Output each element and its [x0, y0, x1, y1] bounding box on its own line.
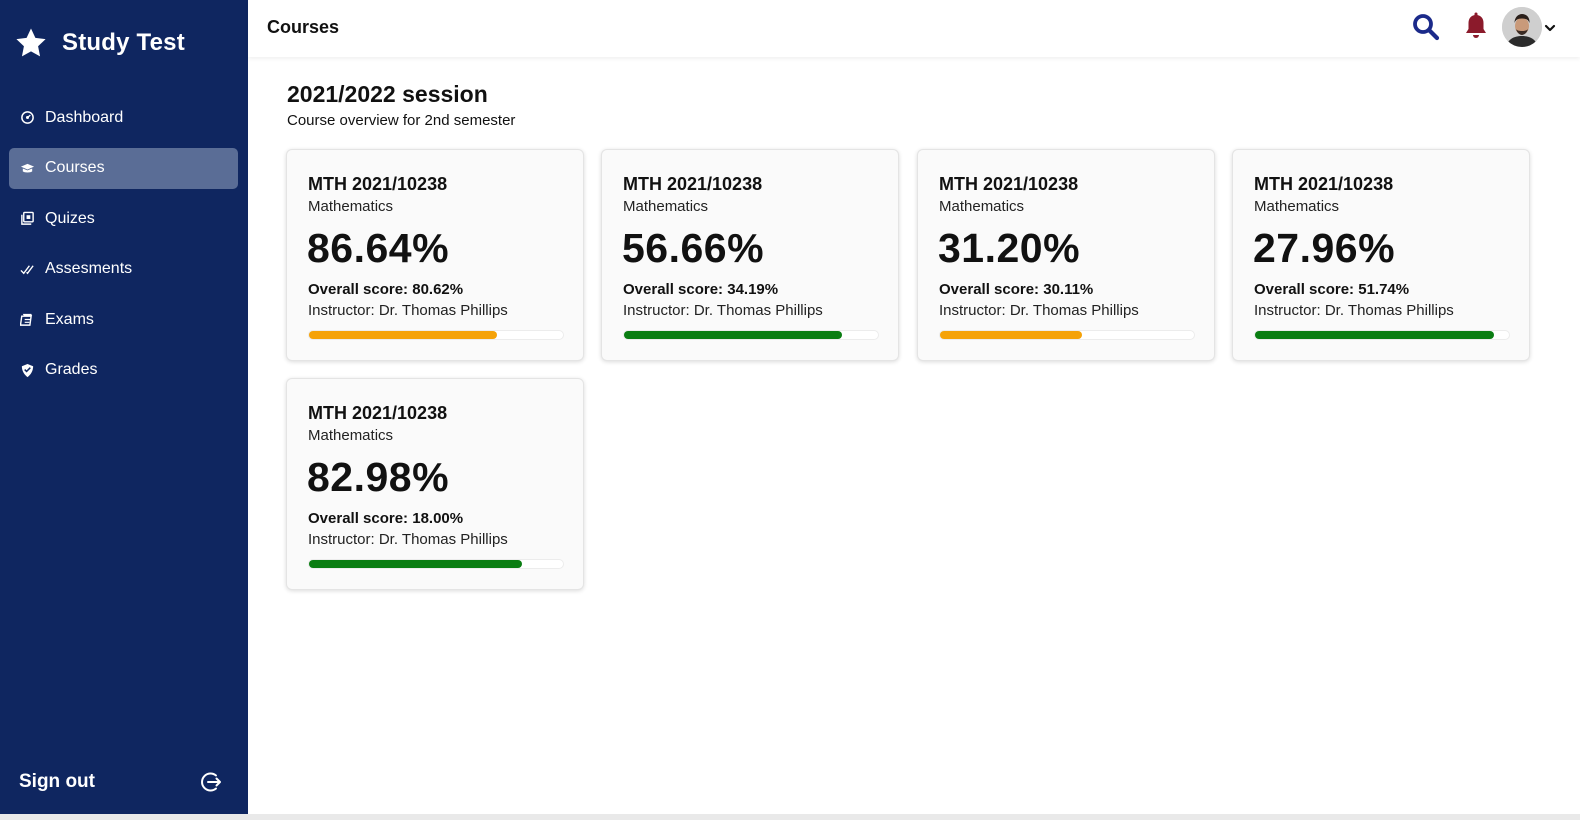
sidebar-item-label: Courses: [45, 159, 105, 177]
star-logo-icon: [14, 26, 48, 60]
overall-score: Overall score: 30.11%: [939, 281, 1094, 298]
course-card[interactable]: MTH 2021/10238 Mathematics 31.20% Overal…: [917, 149, 1215, 361]
sidebar-item-assesments[interactable]: Assesments: [9, 249, 238, 290]
sign-out-label: Sign out: [19, 771, 95, 792]
logout-icon: [199, 770, 223, 794]
course-code: MTH 2021/10238: [308, 174, 448, 194]
progress-track: [308, 330, 564, 340]
page-title: Courses: [267, 17, 340, 37]
course-card[interactable]: MTH 2021/10238 Mathematics 56.66% Overal…: [601, 149, 899, 361]
main-content: 2021/2022 session Course overview for 2n…: [248, 57, 1580, 814]
course-percent: 56.66%: [622, 225, 765, 271]
sidebar-item-exams[interactable]: Exams: [9, 299, 238, 340]
session-subtitle: Course overview for 2nd semester: [287, 112, 516, 129]
course-subject: Mathematics: [308, 198, 394, 215]
sidebar-item-grades[interactable]: Grades: [9, 350, 238, 391]
course-card[interactable]: MTH 2021/10238 Mathematics 27.96% Overal…: [1232, 149, 1530, 361]
course-percent: 82.98%: [307, 454, 450, 500]
instructor: Instructor: Dr. Thomas Phillips: [1254, 302, 1454, 319]
course-card[interactable]: MTH 2021/10238 Mathematics 82.98% Overal…: [286, 378, 584, 590]
sidebar-item-courses[interactable]: Courses: [9, 147, 238, 189]
progress-fill: [309, 331, 497, 339]
progress-track: [308, 559, 564, 569]
progress-fill: [624, 331, 843, 339]
grade-shield-icon: [19, 362, 35, 378]
session-title: 2021/2022 session: [287, 81, 488, 107]
bell-icon[interactable]: [1463, 11, 1489, 41]
course-code: MTH 2021/10238: [308, 403, 448, 423]
app-name: Study Test: [62, 29, 185, 56]
sidebar-item-label: Dashboard: [45, 108, 124, 126]
course-subject: Mathematics: [308, 427, 394, 444]
course-code: MTH 2021/10238: [1254, 174, 1394, 194]
progress-fill: [940, 331, 1083, 339]
sidebar-item-quizes[interactable]: Quizes: [9, 198, 238, 239]
course-percent: 31.20%: [938, 225, 1081, 271]
check-double-icon: [19, 261, 35, 277]
overall-score: Overall score: 80.62%: [308, 281, 464, 298]
progress-fill: [1255, 331, 1494, 339]
course-subject: Mathematics: [939, 198, 1025, 215]
instructor: Instructor: Dr. Thomas Phillips: [308, 302, 508, 319]
app-root: Study Test Dashboard Courses Quizes Asse…: [0, 0, 1580, 820]
overall-score: Overall score: 51.74%: [1254, 281, 1410, 298]
top-header: Courses: [248, 0, 1580, 57]
avatar[interactable]: [1502, 7, 1542, 47]
sign-out-button[interactable]: Sign out: [19, 768, 223, 796]
course-subject: Mathematics: [623, 198, 709, 215]
window-bottom-border: [0, 814, 1580, 820]
dashboard-icon: [19, 110, 35, 126]
sidebar: Study Test Dashboard Courses Quizes Asse…: [0, 0, 248, 814]
instructor: Instructor: Dr. Thomas Phillips: [308, 531, 508, 548]
sidebar-item-label: Exams: [45, 310, 94, 328]
search-icon[interactable]: [1411, 12, 1441, 42]
progress-track: [939, 330, 1195, 340]
overall-score: Overall score: 18.00%: [308, 510, 464, 527]
sidebar-item-label: Assesments: [45, 260, 133, 278]
progress-track: [1254, 330, 1510, 340]
course-code: MTH 2021/10238: [623, 174, 763, 194]
chevron-down-icon[interactable]: [1544, 21, 1556, 33]
sidebar-item-dashboard[interactable]: Dashboard: [9, 97, 238, 138]
course-percent: 27.96%: [1253, 225, 1396, 271]
quiz-icon: [19, 211, 35, 227]
courses-icon: [19, 160, 35, 176]
instructor: Instructor: Dr. Thomas Phillips: [939, 302, 1139, 319]
sidebar-item-label: Grades: [45, 361, 98, 379]
progress-fill: [309, 560, 523, 568]
brand[interactable]: Study Test: [14, 26, 185, 60]
exam-icon: [19, 312, 35, 328]
course-code: MTH 2021/10238: [939, 174, 1079, 194]
course-percent: 86.64%: [307, 225, 450, 271]
overall-score: Overall score: 34.19%: [623, 281, 779, 298]
sidebar-nav: Dashboard Courses Quizes Assesments Exam…: [9, 97, 238, 401]
progress-track: [623, 330, 879, 340]
instructor: Instructor: Dr. Thomas Phillips: [623, 302, 823, 319]
course-card[interactable]: MTH 2021/10238 Mathematics 86.64% Overal…: [286, 149, 584, 361]
sidebar-item-label: Quizes: [45, 209, 95, 227]
course-subject: Mathematics: [1254, 198, 1340, 215]
